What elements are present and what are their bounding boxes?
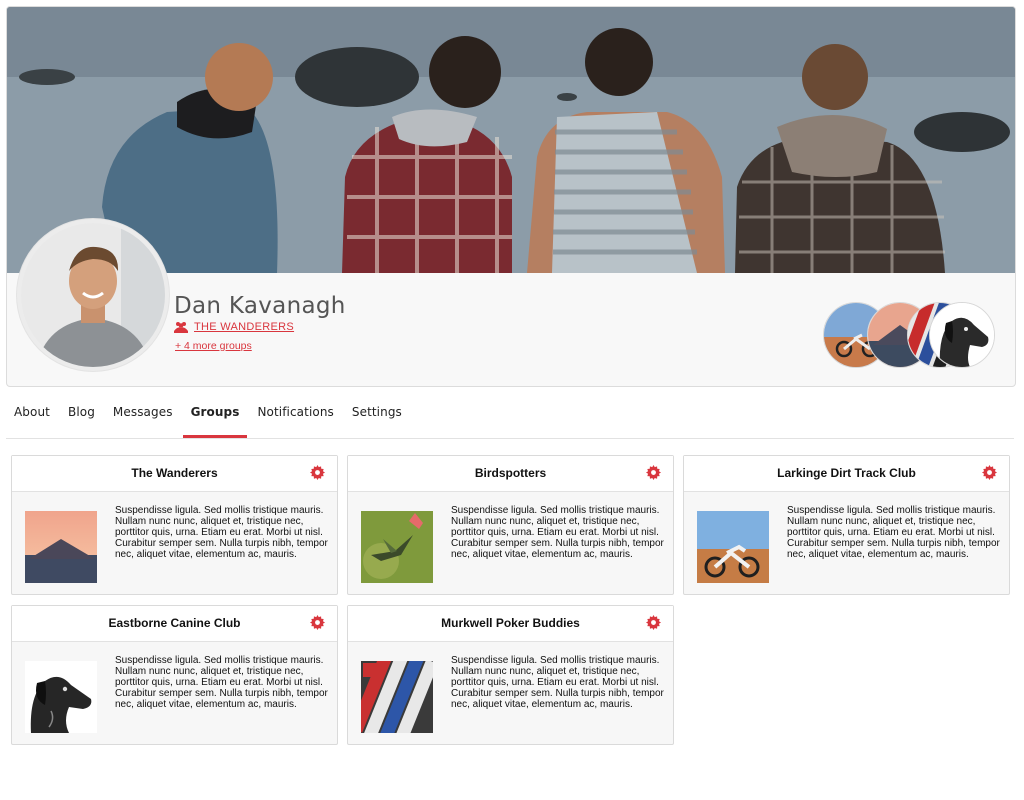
group-card-title: The Wanderers — [131, 466, 218, 480]
gear-icon[interactable] — [646, 615, 661, 630]
group-card-description: Suspendisse ligula. Sed mollis tristique… — [115, 505, 328, 560]
gear-icon[interactable] — [646, 465, 661, 480]
group-card-description: Suspendisse ligula. Sed mollis tristique… — [787, 505, 1000, 560]
group-card-header: Eastborne Canine Club — [12, 606, 337, 642]
group-bubble-dog[interactable] — [929, 302, 995, 368]
group-card-birdspotters[interactable]: Birdspotters Suspendisse ligula. Sed mol… — [347, 455, 674, 595]
more-groups-link[interactable]: + 4 more groups — [175, 340, 252, 352]
tab-groups[interactable]: Groups — [182, 396, 248, 438]
group-card-header: Larkinge Dirt Track Club — [684, 456, 1009, 492]
gear-icon[interactable] — [310, 615, 325, 630]
group-card-title: Eastborne Canine Club — [108, 616, 241, 630]
tab-notifications[interactable]: Notifications — [249, 396, 341, 438]
users-icon — [174, 322, 188, 333]
tab-about[interactable]: About — [6, 396, 58, 438]
group-card-header: Birdspotters — [348, 456, 673, 492]
mountain-sunset-image — [25, 511, 97, 583]
group-thumbnail[interactable] — [25, 661, 97, 733]
group-card-larkinge-dirt-track-club[interactable]: Larkinge Dirt Track Club Suspendisse lig… — [683, 455, 1010, 595]
tab-messages[interactable]: Messages — [105, 396, 181, 438]
group-card-description: Suspendisse ligula. Sed mollis tristique… — [115, 655, 328, 710]
group-thumbnail[interactable] — [25, 511, 97, 583]
primary-group-link[interactable]: THE WANDERERS — [194, 321, 294, 333]
poker-chips-image — [361, 661, 433, 733]
group-card-the-wanderers[interactable]: The Wanderers Suspendisse ligula. Sed mo… — [11, 455, 338, 595]
cover-photo-image — [7, 7, 1015, 273]
group-thumbnail[interactable] — [361, 661, 433, 733]
group-thumbnail[interactable] — [361, 511, 433, 583]
dog-image — [930, 303, 994, 367]
tab-blog[interactable]: Blog — [60, 396, 103, 438]
dirt-bike-image — [697, 511, 769, 583]
group-card-title: Murkwell Poker Buddies — [441, 616, 580, 630]
group-thumbnail[interactable] — [697, 511, 769, 583]
group-card-header: Murkwell Poker Buddies — [348, 606, 673, 642]
hummingbird-image — [361, 511, 433, 583]
cover-photo — [7, 7, 1015, 273]
group-card-murkwell-poker-buddies[interactable]: Murkwell Poker Buddies Suspendisse ligul… — [347, 605, 674, 745]
group-card-title: Birdspotters — [474, 466, 547, 480]
gear-icon[interactable] — [310, 465, 325, 480]
group-card-description: Suspendisse ligula. Sed mollis tristique… — [451, 655, 664, 710]
dog-image — [25, 661, 97, 733]
group-card-eastborne-canine-club[interactable]: Eastborne Canine Club Suspendisse ligula… — [11, 605, 338, 745]
profile-card: Dan Kavanagh THE WANDERERS + 4 more grou… — [6, 6, 1016, 387]
profile-name: Dan Kavanagh — [174, 293, 346, 319]
avatar-photo — [21, 223, 165, 367]
group-bubbles — [823, 302, 995, 372]
group-card-description: Suspendisse ligula. Sed mollis tristique… — [451, 505, 664, 560]
profile-tabs: About Blog Messages Groups Notifications… — [6, 396, 1014, 439]
primary-group: THE WANDERERS — [174, 321, 294, 333]
group-card-title: Larkinge Dirt Track Club — [777, 466, 916, 480]
group-card-header: The Wanderers — [12, 456, 337, 492]
tab-settings[interactable]: Settings — [344, 396, 410, 438]
gear-icon[interactable] — [982, 465, 997, 480]
profile-avatar[interactable] — [17, 219, 169, 371]
